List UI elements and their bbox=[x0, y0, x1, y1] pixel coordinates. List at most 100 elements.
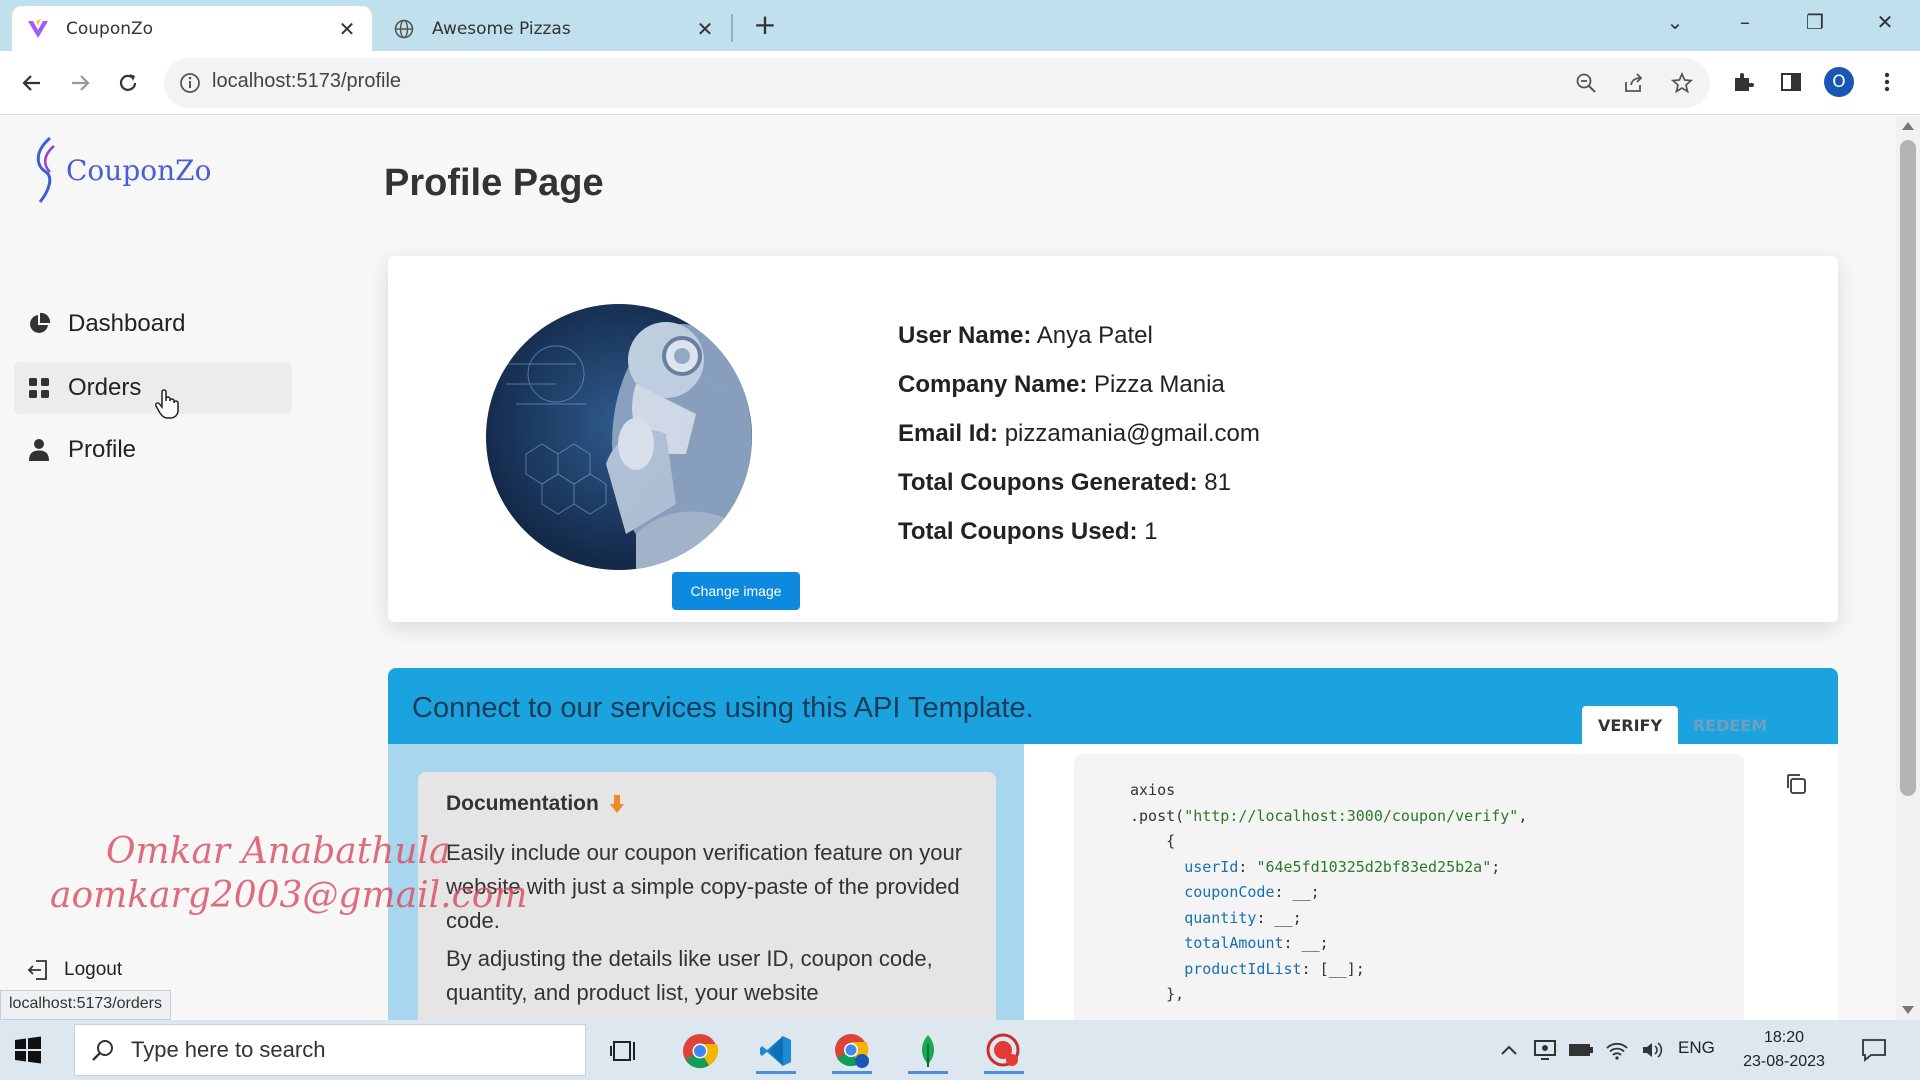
restore-icon[interactable]: ❐ bbox=[1780, 0, 1850, 44]
documentation-title-text: Documentation bbox=[446, 792, 599, 815]
user-name-row: User Name: Anya Patel bbox=[898, 322, 1260, 350]
code-key: quantity bbox=[1184, 908, 1257, 927]
zoom-icon[interactable] bbox=[1573, 70, 1599, 96]
notification-icon[interactable] bbox=[1856, 1036, 1892, 1064]
globe-icon bbox=[392, 17, 416, 41]
chrome-icon[interactable] bbox=[674, 1028, 726, 1074]
close-tab-icon[interactable]: ✕ bbox=[694, 17, 716, 41]
field-key: Email Id: bbox=[898, 420, 999, 447]
main-content: Profile Page Change image User Name: Any… bbox=[308, 116, 1896, 1020]
forward-icon[interactable] bbox=[62, 65, 98, 101]
address-bar[interactable]: localhost:5173/profile bbox=[164, 58, 1710, 108]
scroll-down-icon[interactable] bbox=[1902, 1006, 1914, 1014]
logo-swirl-icon bbox=[36, 136, 55, 203]
close-window-icon[interactable]: ✕ bbox=[1850, 0, 1920, 44]
coupons-generated-row: Total Coupons Generated: 81 bbox=[898, 469, 1260, 497]
code-endpoint: "http://localhost:3000/coupon/verify" bbox=[1184, 806, 1519, 825]
display-icon[interactable] bbox=[1530, 1036, 1560, 1064]
field-value: Anya Patel bbox=[1036, 322, 1153, 349]
tab-redeem[interactable]: REDEEM bbox=[1682, 706, 1778, 744]
coupons-used-row: Total Coupons Used: 1 bbox=[898, 518, 1260, 546]
code-block[interactable]: axios .post("http://localhost:3000/coupo… bbox=[1074, 754, 1744, 1020]
chrome-profile-icon[interactable] bbox=[826, 1028, 878, 1074]
wifi-icon[interactable] bbox=[1602, 1036, 1632, 1064]
sidebar-item-label: Orders bbox=[68, 374, 142, 401]
code-blank: __ bbox=[1301, 934, 1320, 952]
api-template-card: Connect to our services using this API T… bbox=[388, 668, 1838, 1020]
field-key: Total Coupons Generated: bbox=[898, 469, 1198, 496]
mongodb-compass-icon[interactable] bbox=[902, 1028, 954, 1074]
couponzo-logo[interactable]: CouponZo bbox=[32, 136, 211, 204]
recorder-app-icon[interactable] bbox=[978, 1028, 1030, 1074]
documentation-paragraph-2: By adjusting the details like user ID, c… bbox=[446, 946, 933, 1005]
tab-search-icon[interactable]: ⌄ bbox=[1640, 0, 1710, 44]
field-key: Total Coupons Used: bbox=[898, 518, 1138, 545]
sidebar-item-label: Profile bbox=[68, 436, 137, 463]
input-language[interactable]: ENG bbox=[1678, 1038, 1715, 1058]
sidebar-item-profile[interactable]: Profile bbox=[14, 424, 292, 476]
search-placeholder: Type here to search bbox=[131, 1037, 326, 1062]
browser-toolbar: localhost:5173/profile O bbox=[0, 51, 1920, 115]
extensions-icon[interactable] bbox=[1726, 65, 1760, 99]
close-tab-icon[interactable]: ✕ bbox=[336, 17, 358, 41]
clock-time: 18:20 bbox=[1763, 1029, 1805, 1046]
scroll-thumb[interactable] bbox=[1900, 140, 1916, 796]
back-icon[interactable] bbox=[14, 65, 50, 101]
app-sidebar: CouponZo Dashboard Orders Profile Logout bbox=[0, 116, 308, 1020]
browser-menu-icon[interactable] bbox=[1870, 65, 1904, 99]
tab-title: Awesome Pizzas bbox=[432, 18, 571, 39]
windows-start-icon[interactable] bbox=[14, 1036, 42, 1064]
bookmark-star-icon[interactable] bbox=[1669, 70, 1695, 96]
tab-verify[interactable]: VERIFY bbox=[1582, 706, 1678, 744]
site-info-icon[interactable] bbox=[178, 71, 202, 95]
sidebar-item-dashboard[interactable]: Dashboard bbox=[14, 298, 292, 350]
field-value: pizzamania@gmail.com bbox=[1004, 420, 1260, 447]
tab-couponzo[interactable]: CouponZo ✕ bbox=[12, 6, 372, 51]
documentation-card: Documentation Easily include our coupon … bbox=[418, 772, 996, 1020]
tab-separator bbox=[731, 14, 733, 42]
scroll-up-icon[interactable] bbox=[1902, 122, 1914, 130]
clock-date: 23-08-2023 bbox=[1743, 1053, 1825, 1070]
battery-icon[interactable] bbox=[1566, 1036, 1596, 1064]
task-view-icon[interactable] bbox=[598, 1028, 650, 1074]
browser-tab-strip: CouponZo ✕ Awesome Pizzas ✕ + ⌄ – ❐ ✕ bbox=[0, 0, 1920, 51]
logout-button[interactable]: Logout bbox=[26, 958, 122, 982]
code-pane: axios .post("http://localhost:3000/coupo… bbox=[1024, 744, 1838, 1020]
tab-awesome-pizzas[interactable]: Awesome Pizzas ✕ bbox=[378, 6, 730, 51]
page-scrollbar[interactable] bbox=[1896, 116, 1920, 1020]
sidebar-item-orders[interactable]: Orders bbox=[14, 362, 292, 419]
reload-icon[interactable] bbox=[110, 65, 146, 101]
field-value: 1 bbox=[1144, 518, 1158, 545]
hand-cursor-icon bbox=[155, 389, 179, 419]
field-key: User Name: bbox=[898, 322, 1032, 349]
documentation-paragraph-1: Easily include our coupon verification f… bbox=[446, 840, 963, 933]
window-controls: ⌄ – ❐ ✕ bbox=[1640, 0, 1920, 44]
copy-icon[interactable] bbox=[1784, 772, 1810, 798]
profile-info-list: User Name: Anya Patel Company Name: Pizz… bbox=[898, 322, 1260, 567]
share-icon[interactable] bbox=[1621, 70, 1647, 96]
tab-title: CouponZo bbox=[66, 18, 154, 39]
change-image-button[interactable]: Change image bbox=[672, 572, 800, 610]
volume-icon[interactable] bbox=[1638, 1036, 1668, 1064]
code-blank-list: [__] bbox=[1319, 959, 1356, 978]
code-blank: __ bbox=[1274, 908, 1293, 927]
profile-initial: O bbox=[1824, 67, 1854, 97]
profile-avatar[interactable]: O bbox=[1822, 65, 1856, 99]
code-blank: __ bbox=[1292, 883, 1311, 901]
search-icon bbox=[92, 1040, 113, 1061]
code-key: totalAmount bbox=[1184, 934, 1284, 952]
code-token: .post( bbox=[1130, 806, 1185, 825]
user-icon bbox=[26, 437, 52, 463]
vscode-icon[interactable] bbox=[750, 1028, 802, 1074]
taskbar-search-box[interactable]: Type here to search bbox=[74, 1024, 586, 1076]
api-title: Connect to our services using this API T… bbox=[412, 692, 1034, 724]
sidebar-item-label: Dashboard bbox=[68, 310, 186, 337]
profile-image bbox=[486, 304, 752, 570]
code-text: axios .post("http://localhost:3000/coupo… bbox=[1130, 781, 1528, 1003]
taskbar-clock[interactable]: 18:20 23-08-2023 bbox=[1734, 1026, 1834, 1074]
side-panel-icon[interactable] bbox=[1774, 65, 1808, 99]
minimize-icon[interactable]: – bbox=[1710, 0, 1780, 44]
field-key: Company Name: bbox=[898, 371, 1088, 398]
show-hidden-icons-icon[interactable] bbox=[1494, 1036, 1524, 1064]
new-tab-button[interactable]: + bbox=[748, 8, 782, 42]
